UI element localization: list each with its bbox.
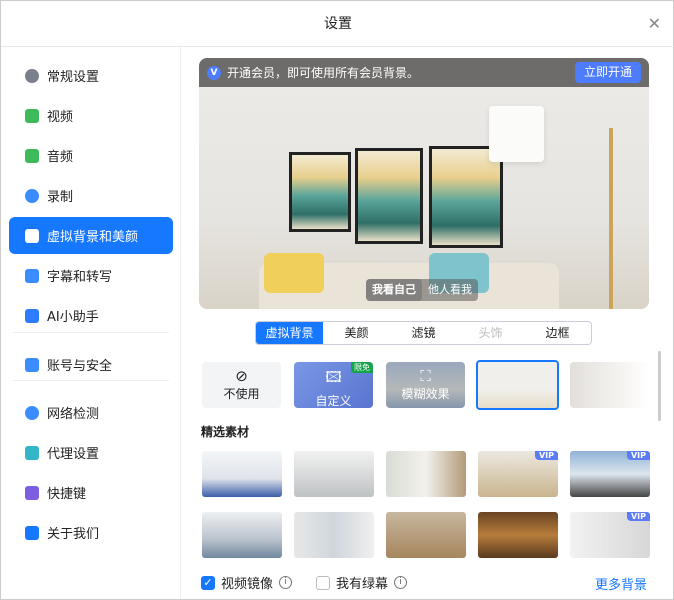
sidebar-item-record[interactable]: 录制: [9, 177, 173, 214]
background-option[interactable]: [570, 362, 649, 408]
pillow: [264, 253, 324, 293]
gear-icon: [25, 68, 39, 83]
view-self-button[interactable]: 我看自己: [366, 279, 422, 301]
blur-person-icon: ⛶: [420, 367, 431, 385]
proxy-network-icon: [25, 445, 39, 460]
vip-badge: VIP: [626, 512, 650, 521]
tab-2[interactable]: 滤镜: [390, 322, 457, 344]
info-icon[interactable]: i: [279, 576, 293, 589]
tab-3: 头饰: [478, 326, 503, 340]
mirror-checkbox[interactable]: ✓: [201, 575, 215, 590]
record-icon: [25, 188, 39, 203]
scrollbar[interactable]: [658, 351, 661, 421]
sidebar-item-globe[interactable]: 网络检测: [9, 394, 173, 431]
sidebar-item-ai-assistant[interactable]: AI小助手: [9, 297, 173, 334]
material-thumbnail[interactable]: VIP: [478, 451, 558, 497]
option-label: 不使用: [223, 387, 260, 401]
painting-image: [289, 152, 351, 232]
material-thumbnail[interactable]: VIP: [570, 451, 650, 497]
divider: [13, 332, 169, 333]
free-badge: 限免: [351, 362, 373, 373]
mirror-label: 视频镜像: [221, 577, 274, 592]
sidebar-item-label: 代理设置: [47, 447, 100, 462]
greenscreen-label: 我有绿幕: [336, 577, 389, 592]
option-none[interactable]: ⊘ 不使用: [202, 362, 281, 408]
sidebar-item-label: 录制: [47, 190, 74, 205]
sidebar-item-proxy-network[interactable]: 代理设置: [9, 434, 173, 471]
sidebar-item-label: 音频: [47, 150, 74, 165]
background-preview: V 开通会员，即可使用所有会员背景。 立即开通 我看自己 他人看我: [199, 58, 649, 309]
sidebar-item-label: 虚拟背景和美颜: [47, 230, 139, 245]
sidebar-item-subtitle[interactable]: 字幕和转写: [9, 257, 173, 294]
sidebar-item-label: 字幕和转写: [47, 270, 113, 285]
option-custom[interactable]: 限免 🖾 自定义: [294, 362, 373, 408]
option-blur[interactable]: ⛶ 模糊效果: [386, 362, 465, 408]
logo-icon: [25, 525, 39, 540]
tab-4[interactable]: 边框: [524, 322, 591, 344]
material-thumbnail[interactable]: [386, 512, 466, 558]
material-thumbnail[interactable]: [202, 512, 282, 558]
tab-1[interactable]: 美颜: [323, 322, 390, 344]
sidebar-item-gear[interactable]: 常规设置: [9, 57, 173, 94]
sidebar-item-account-security[interactable]: 账号与安全: [9, 346, 173, 383]
view-toggle: 我看自己 他人看我: [366, 279, 478, 301]
open-vip-button[interactable]: 立即开通: [574, 62, 641, 83]
vip-banner: V 开通会员，即可使用所有会员背景。 立即开通: [199, 58, 649, 87]
speaker-icon: [25, 148, 39, 163]
globe-icon: [25, 405, 39, 420]
no-entry-icon: ⊘: [235, 367, 248, 385]
banner-text: 开通会员，即可使用所有会员背景。: [227, 66, 420, 80]
greenscreen-option: 我有绿幕 i: [316, 573, 408, 592]
close-icon[interactable]: ✕: [648, 1, 661, 47]
tab-0[interactable]: 虚拟背景: [256, 322, 323, 344]
vip-badge: VIP: [534, 451, 558, 460]
sidebar-item-label: 视频: [47, 110, 74, 125]
tab-bar: 虚拟背景 美颜 滤镜 头饰 边框: [255, 321, 592, 345]
lamp-pole: [609, 128, 613, 309]
keyboard-icon: [25, 485, 39, 500]
divider: [13, 380, 169, 381]
vip-badge: VIP: [626, 451, 650, 460]
sidebar-item-label: 关于我们: [47, 527, 100, 542]
subtitle-icon: [25, 268, 39, 283]
view-others-button[interactable]: 他人看我: [422, 279, 478, 301]
sidebar: 常规设置视频音频录制虚拟背景和美颜 字幕和转写 AI小助手账号与安全网络检测代理设置…: [1, 47, 181, 599]
ai-assistant-icon: [25, 308, 39, 323]
lamp-shade: [489, 106, 544, 162]
material-thumbnail[interactable]: [294, 512, 374, 558]
sidebar-item-label: 常规设置: [47, 70, 100, 85]
portrait-icon: [25, 228, 39, 243]
painting-image: [355, 148, 423, 244]
account-security-icon: [25, 357, 39, 372]
sidebar-item-label: 网络检测: [47, 407, 100, 422]
sidebar-item-logo[interactable]: 关于我们: [9, 514, 173, 551]
greenscreen-checkbox[interactable]: [316, 575, 330, 590]
material-thumbnail[interactable]: [478, 512, 558, 558]
vip-badge-icon: V: [207, 65, 221, 80]
material-thumbnail[interactable]: [294, 451, 374, 497]
sidebar-item-label: AI小助手: [47, 310, 99, 325]
mirror-option: ✓ 视频镜像 i: [201, 573, 293, 592]
material-thumbnail[interactable]: [386, 451, 466, 497]
sidebar-item-video-camera[interactable]: 视频: [9, 97, 173, 134]
sidebar-item-portrait[interactable]: 虚拟背景和美颜: [9, 217, 173, 254]
sidebar-item-label: 账号与安全: [47, 359, 113, 374]
option-label: 模糊效果: [401, 387, 450, 401]
section-title: 精选素材: [201, 425, 250, 439]
window-title: 设置: [324, 16, 352, 32]
sidebar-item-keyboard[interactable]: 快捷键: [9, 474, 173, 511]
option-label: 自定义: [315, 394, 352, 408]
title-bar: 设置 ✕: [1, 1, 674, 47]
info-icon[interactable]: i: [394, 576, 408, 589]
material-thumbnail[interactable]: [202, 451, 282, 497]
material-thumbnail[interactable]: VIP: [570, 512, 650, 558]
more-backgrounds-link[interactable]: 更多背景: [595, 574, 647, 593]
sidebar-item-label: 快捷键: [47, 487, 87, 502]
background-option-selected[interactable]: [476, 360, 559, 410]
sidebar-item-speaker[interactable]: 音频: [9, 137, 173, 174]
video-camera-icon: [25, 108, 39, 123]
